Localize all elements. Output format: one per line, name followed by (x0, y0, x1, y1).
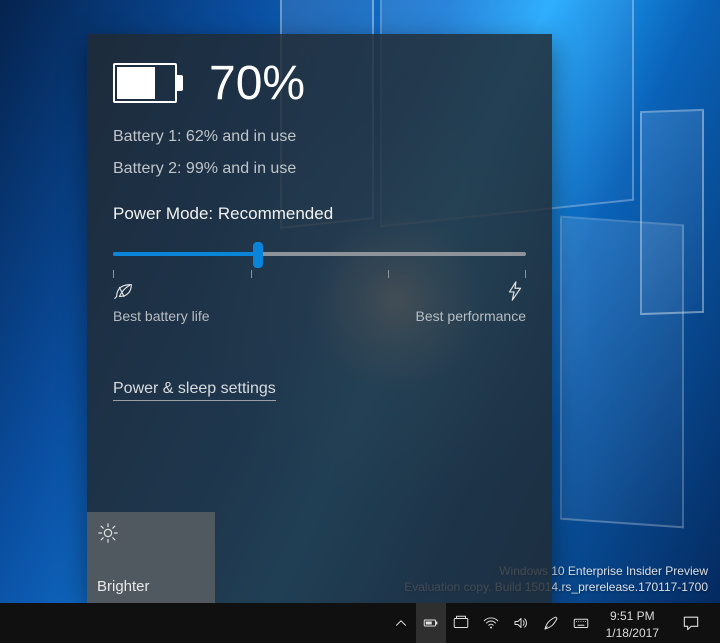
task-view-icon[interactable] (446, 603, 476, 643)
clock-date: 1/18/2017 (606, 625, 659, 641)
brightness-icon (97, 522, 119, 544)
clock-time: 9:51 PM (606, 608, 659, 624)
power-mode-slider[interactable] (113, 242, 526, 266)
lightning-icon (504, 280, 526, 302)
brightness-tile[interactable]: Brighter (87, 512, 215, 603)
best-performance-label: Best performance (416, 308, 527, 324)
power-mode-legend: Best battery life Best performance (113, 280, 526, 324)
pen-tray-icon[interactable] (536, 603, 566, 643)
action-center-icon[interactable] (669, 613, 713, 633)
tray-clock[interactable]: 9:51 PM 1/18/2017 (596, 605, 669, 640)
brightness-label: Brighter (97, 578, 205, 595)
battery-icon (113, 63, 187, 105)
taskbar: 9:51 PM 1/18/2017 (0, 603, 720, 643)
keyboard-tray-icon[interactable] (566, 603, 596, 643)
battery-2-status: Battery 2: 99% and in use (113, 160, 526, 178)
wifi-tray-icon[interactable] (476, 603, 506, 643)
tray-overflow-chevron[interactable] (386, 603, 416, 643)
battery-flyout: 70% Battery 1: 62% and in use Battery 2:… (87, 34, 552, 603)
battery-1-status: Battery 1: 62% and in use (113, 128, 526, 146)
leaf-icon (113, 280, 210, 302)
volume-tray-icon[interactable] (506, 603, 536, 643)
battery-percent: 70% (209, 60, 305, 108)
power-mode-label: Power Mode: Recommended (113, 204, 526, 224)
battery-tray-icon[interactable] (416, 603, 446, 643)
best-battery-label: Best battery life (113, 308, 210, 324)
battery-header: 70% (113, 60, 526, 108)
system-tray: 9:51 PM 1/18/2017 (386, 603, 720, 643)
power-sleep-settings-link[interactable]: Power & sleep settings (113, 380, 276, 401)
